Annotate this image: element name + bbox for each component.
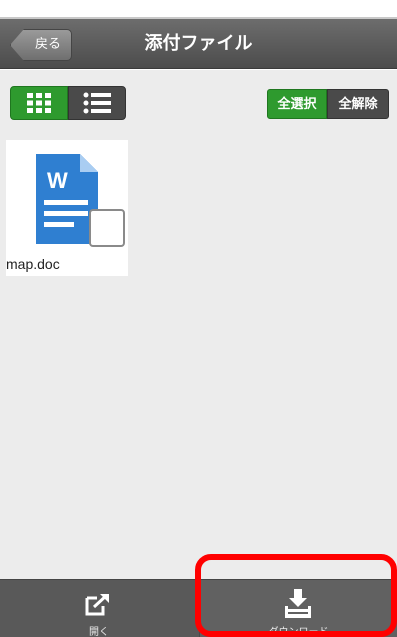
select-all-button[interactable]: 全選択: [267, 89, 327, 119]
list-view-button[interactable]: [68, 86, 126, 120]
view-toggle: [10, 86, 126, 120]
open-button[interactable]: 開く: [0, 580, 198, 637]
file-name: map.doc: [6, 256, 60, 272]
file-checkbox[interactable]: [89, 209, 125, 247]
attachment-content: 全選択 全解除 W map.doc: [0, 70, 397, 579]
grid-icon: [27, 93, 51, 113]
download-icon: [280, 589, 316, 619]
file-type-letter: W: [47, 168, 68, 193]
bottom-toolbar: 開く ダウンロード: [0, 579, 397, 637]
deselect-all-button[interactable]: 全解除: [327, 89, 389, 119]
open-label: 開く: [89, 627, 109, 637]
grid-view-button[interactable]: [10, 86, 68, 120]
nav-header: 添付ファイル 戻る: [0, 19, 397, 69]
download-label: ダウンロード: [268, 627, 329, 637]
download-button[interactable]: ダウンロード: [199, 580, 397, 637]
status-bar: [0, 0, 397, 18]
selection-controls: 全選択 全解除: [267, 89, 389, 119]
open-external-icon: [80, 589, 116, 619]
list-icon: [83, 92, 111, 114]
file-item[interactable]: W map.doc: [6, 140, 128, 276]
